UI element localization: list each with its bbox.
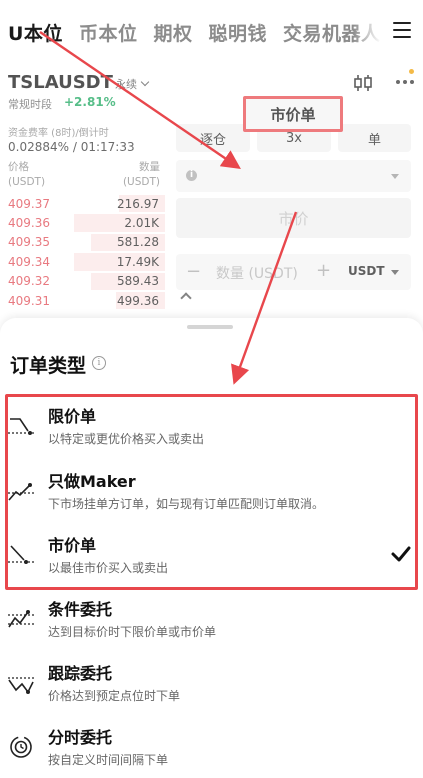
checkmark-icon — [391, 546, 411, 562]
option-name: 只做Maker — [48, 472, 136, 491]
limit-order-icon — [8, 418, 34, 435]
option-name: 限价单 — [48, 407, 97, 426]
option-limit-order[interactable]: 限价单 以特定或更优价格买入或卖出 — [0, 403, 423, 467]
option-conditional-order[interactable]: 条件委托 达到目标价时下限价单或市价单 — [0, 596, 423, 660]
option-twap-order[interactable]: 分时委托 按自定义时间间隔下单 — [0, 724, 423, 778]
option-desc: 下市场挂单方订单，如与现有订单匹配则订单取消。 — [48, 497, 325, 511]
order-type-sheet: 订单类型 i 限价单 以特定或更优价格买入或卖出 只做Maker 下市场挂单方订… — [0, 318, 423, 778]
option-name: 跟踪委托 — [48, 664, 113, 683]
option-maker-only[interactable]: 只做Maker 下市场挂单方订单，如与现有订单匹配则订单取消。 — [0, 468, 423, 532]
hamburger-menu-icon[interactable] — [393, 22, 411, 38]
sheet-title: 订单类型 — [10, 355, 87, 377]
sheet-drag-handle[interactable] — [187, 325, 233, 329]
option-trailing-order[interactable]: 跟踪委托 价格达到预定点位时下单 — [0, 660, 423, 724]
market-order-icon — [8, 545, 34, 564]
tabs-fade — [353, 10, 393, 54]
maker-only-icon — [8, 483, 34, 501]
option-name: 条件委托 — [48, 600, 113, 619]
tab-options[interactable]: 期权 — [153, 19, 192, 46]
tab-u-margined[interactable]: U本位 — [8, 19, 63, 46]
trailing-order-icon — [8, 677, 34, 694]
option-desc: 按自定义时间间隔下单 — [48, 753, 169, 767]
option-desc: 价格达到预定点位时下单 — [48, 689, 181, 703]
twap-order-icon — [10, 736, 32, 758]
info-icon[interactable]: i — [92, 356, 106, 370]
tab-smart-money[interactable]: 聪明钱 — [208, 19, 267, 46]
option-name: 市价单 — [48, 536, 97, 555]
tab-coin-margined[interactable]: 币本位 — [79, 19, 138, 46]
conditional-order-icon — [8, 610, 34, 628]
option-market-order[interactable]: 市价单 以最佳市价买入或卖出 — [0, 532, 423, 596]
option-name: 分时委托 — [48, 728, 113, 747]
top-nav: U本位 币本位 期权 聪明钱 交易机器人 — [0, 0, 423, 64]
overlay-dim — [0, 64, 423, 324]
option-desc: 以特定或更优价格买入或卖出 — [48, 432, 205, 446]
option-desc: 以最佳市价买入或卖出 — [48, 561, 169, 575]
option-desc: 达到目标价时下限价单或市价单 — [48, 625, 217, 639]
